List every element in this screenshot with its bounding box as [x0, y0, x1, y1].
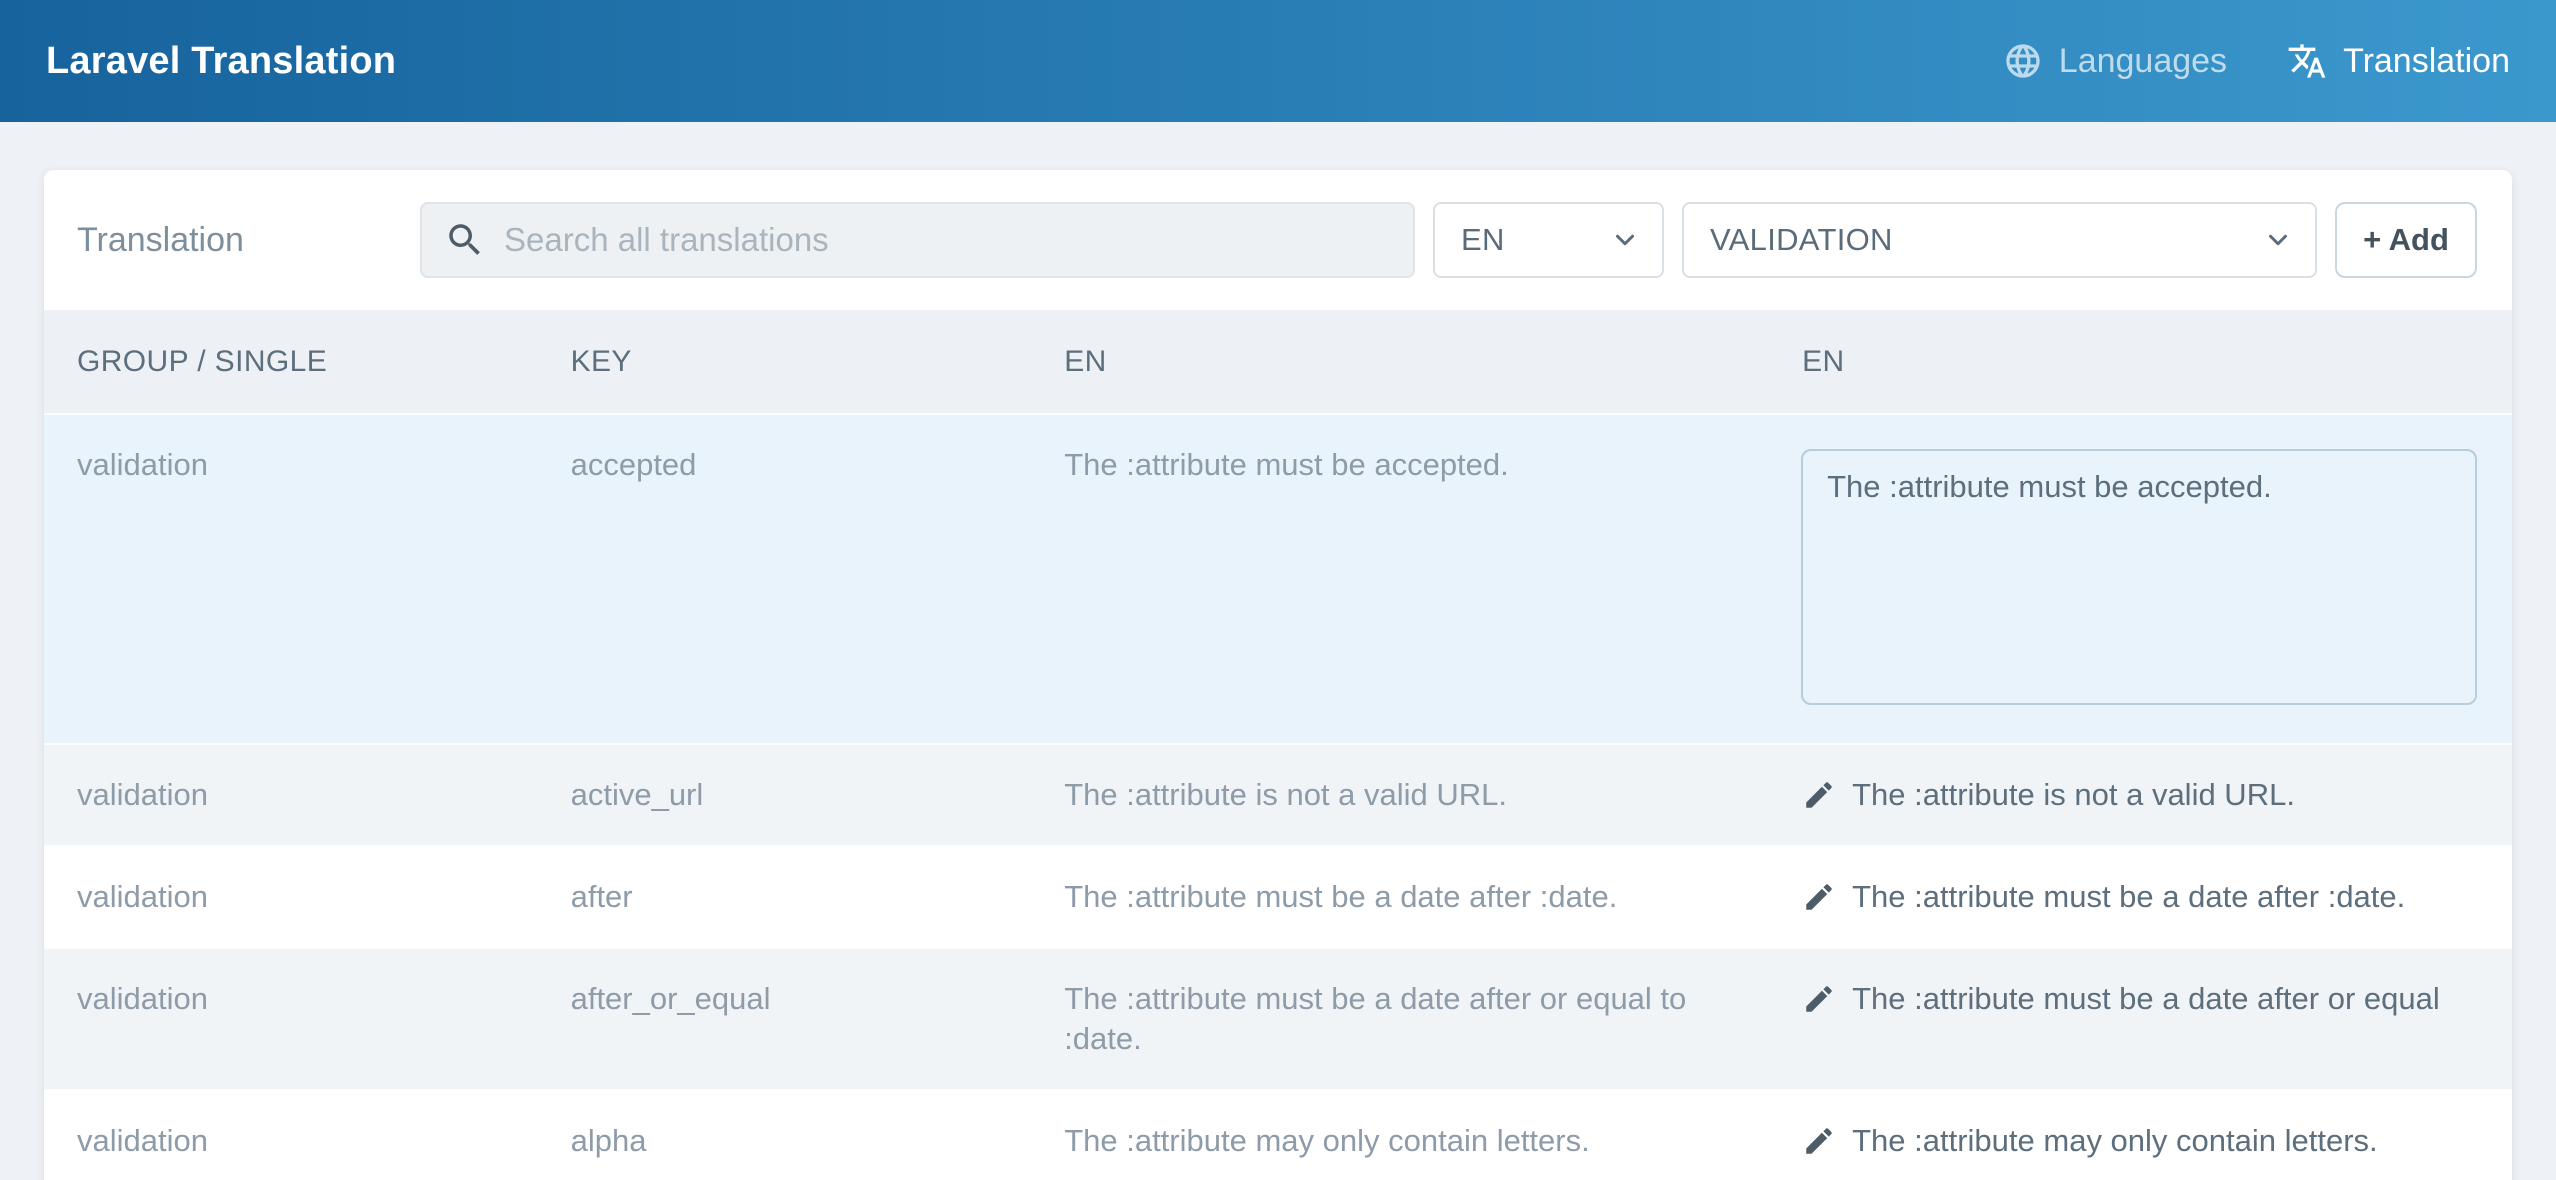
- chevron-down-icon: [1610, 225, 1640, 255]
- cell-key: after: [538, 846, 1032, 948]
- cell-source: The :attribute must be a date after or e…: [1031, 948, 1769, 1090]
- cell-source: The :attribute must be a date after :dat…: [1031, 846, 1769, 948]
- nav-translation[interactable]: Translation: [2287, 41, 2510, 81]
- nav-languages-label: Languages: [2059, 42, 2227, 81]
- translate-icon: [2287, 41, 2327, 81]
- translation-text: The :attribute is not a valid URL.: [1852, 775, 2295, 815]
- table-row: validation after_or_equal The :attribute…: [44, 948, 2512, 1090]
- search-input[interactable]: [504, 221, 1391, 259]
- group-select-value: VALIDATION: [1710, 222, 1893, 258]
- cell-key: accepted: [538, 414, 1032, 744]
- cell-group: validation: [44, 1090, 538, 1180]
- cell-translation: The :attribute may only contain letters.: [1769, 1090, 2512, 1180]
- nav-languages[interactable]: Languages: [2003, 41, 2227, 81]
- cell-source: The :attribute may only contain letters.: [1031, 1090, 1769, 1180]
- pencil-icon[interactable]: [1802, 1124, 1836, 1158]
- pencil-icon[interactable]: [1802, 982, 1836, 1016]
- translation-panel: Translation EN VALIDATION + Add GROUP / …: [44, 170, 2512, 1180]
- col-header-group: GROUP / SINGLE: [44, 310, 538, 414]
- group-select[interactable]: VALIDATION: [1682, 202, 2317, 278]
- col-header-target-en: EN: [1769, 310, 2512, 414]
- chevron-down-icon: [2263, 225, 2293, 255]
- cell-source: The :attribute is not a valid URL.: [1031, 744, 1769, 846]
- table-row: validation active_url The :attribute is …: [44, 744, 2512, 846]
- table-row: validation after The :attribute must be …: [44, 846, 2512, 948]
- app-header: Laravel Translation Languages Translatio…: [0, 0, 2556, 122]
- cell-translation: The :attribute must be a date after :dat…: [1769, 846, 2512, 948]
- locale-select-value: EN: [1461, 222, 1505, 258]
- table-header-row: GROUP / SINGLE KEY EN EN: [44, 310, 2512, 414]
- cell-key: alpha: [538, 1090, 1032, 1180]
- translations-table: GROUP / SINGLE KEY EN EN validation acce…: [44, 310, 2512, 1180]
- search-icon: [444, 219, 486, 261]
- cell-key: active_url: [538, 744, 1032, 846]
- cell-group: validation: [44, 846, 538, 948]
- locale-select[interactable]: EN: [1433, 202, 1664, 278]
- col-header-key: KEY: [538, 310, 1032, 414]
- cell-group: validation: [44, 414, 538, 744]
- translation-text: The :attribute must be a date after or e…: [1852, 979, 2440, 1019]
- pencil-icon[interactable]: [1802, 880, 1836, 914]
- cell-key: after_or_equal: [538, 948, 1032, 1090]
- panel-title: Translation: [77, 221, 402, 260]
- cell-translation: The :attribute must be accepted.: [1769, 414, 2512, 744]
- cell-translation: The :attribute must be a date after or e…: [1769, 948, 2512, 1090]
- cell-group: validation: [44, 744, 538, 846]
- cell-translation: The :attribute is not a valid URL.: [1769, 744, 2512, 846]
- nav-translation-label: Translation: [2343, 42, 2510, 81]
- app-title: Laravel Translation: [46, 40, 396, 83]
- search-box: [420, 202, 1415, 278]
- pencil-icon[interactable]: [1802, 778, 1836, 812]
- top-nav: Languages Translation: [2003, 41, 2510, 81]
- table-row: validation accepted The :attribute must …: [44, 414, 2512, 744]
- toolbar: Translation EN VALIDATION + Add: [44, 170, 2512, 310]
- translation-text: The :attribute must be a date after :dat…: [1852, 877, 2405, 917]
- cell-source: The :attribute must be accepted.: [1031, 414, 1769, 744]
- add-button[interactable]: + Add: [2335, 202, 2477, 278]
- translation-text: The :attribute may only contain letters.: [1852, 1121, 2378, 1161]
- globe-icon: [2003, 41, 2043, 81]
- translation-edit-textarea[interactable]: The :attribute must be accepted.: [1801, 449, 2477, 705]
- cell-group: validation: [44, 948, 538, 1090]
- table-row: validation alpha The :attribute may only…: [44, 1090, 2512, 1180]
- col-header-source-en: EN: [1031, 310, 1769, 414]
